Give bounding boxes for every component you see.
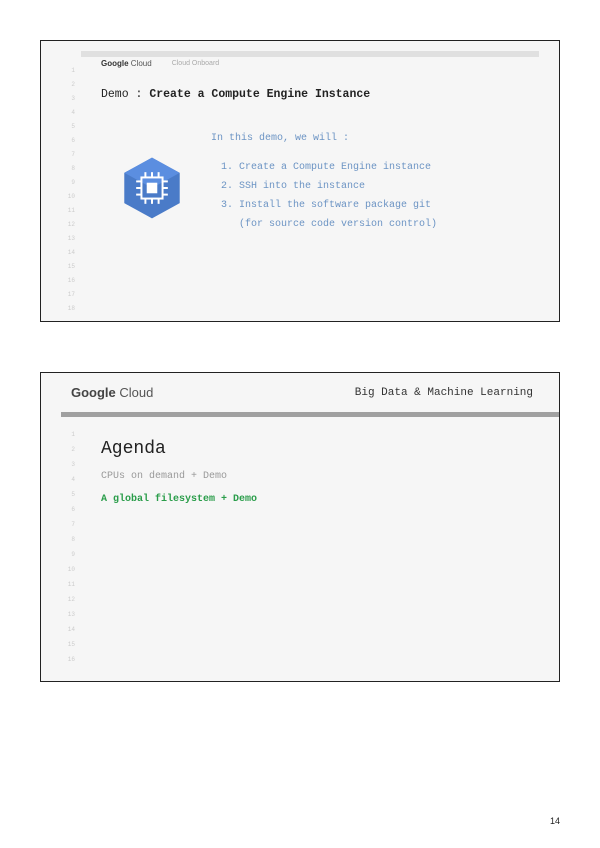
lineno: 18 [57,305,75,312]
demo-body: In this demo, we will : 1. Create a Comp… [211,129,531,234]
lineno: 7 [57,151,75,158]
demo-step-3b: (for source code version control) [211,215,531,234]
slide1-line-numbers: 1 2 3 4 5 6 7 8 9 10 11 12 13 14 15 16 1… [57,41,75,321]
lineno: 9 [57,551,75,558]
slide-1: Google Cloud Cloud Onboard 1 2 3 4 5 6 7… [40,40,560,322]
logo-suffix-2: Cloud [116,385,154,400]
slide1-topbar [81,51,539,57]
logo-bold: Google [101,59,129,68]
lineno: 13 [57,611,75,618]
demo-prefix: Demo : [101,88,149,101]
lineno: 12 [57,221,75,228]
lineno: 1 [57,67,75,74]
lineno: 14 [57,626,75,633]
slide-2: Google Cloud Big Data & Machine Learning… [40,372,560,682]
page-number: 14 [550,816,560,826]
lineno: 14 [57,249,75,256]
agenda-title: Agenda [101,439,559,459]
lineno: 8 [57,165,75,172]
lineno: 9 [57,179,75,186]
logo-bold-2: Google [71,385,116,400]
agenda-line-1: CPUs on demand + Demo [101,471,559,482]
lineno: 4 [57,476,75,483]
lineno: 1 [57,431,75,438]
lineno: 10 [57,193,75,200]
lineno: 2 [57,81,75,88]
lineno: 5 [57,491,75,498]
logo-suffix: Cloud [129,59,152,68]
google-cloud-logo: Google Cloud [101,59,152,68]
lineno: 12 [57,596,75,603]
demo-step-2: 2. SSH into the instance [211,177,531,196]
google-cloud-logo-big: Google Cloud [71,385,153,400]
demo-lead: In this demo, we will : [211,129,531,148]
cloud-onboard-label: Cloud Onboard [172,60,219,67]
lineno: 15 [57,641,75,648]
compute-engine-icon [119,155,185,221]
lineno: 7 [57,521,75,528]
lineno: 16 [57,277,75,284]
lineno: 5 [57,123,75,130]
lineno: 6 [57,506,75,513]
demo-title: Demo : Create a Compute Engine Instance [101,88,559,101]
lineno: 2 [57,446,75,453]
lineno: 13 [57,235,75,242]
slide2-line-numbers: 1 2 3 4 5 6 7 8 9 10 11 12 13 14 15 16 [57,431,75,681]
lineno: 8 [57,536,75,543]
slide1-header: Google Cloud Cloud Onboard [101,59,539,68]
lineno: 3 [57,461,75,468]
lineno: 3 [57,95,75,102]
lineno: 16 [57,656,75,663]
demo-step-1: 1. Create a Compute Engine instance [211,158,531,177]
lineno: 15 [57,263,75,270]
agenda-line-2: A global filesystem + Demo [101,494,559,505]
big-data-ml-label: Big Data & Machine Learning [355,387,533,399]
lineno: 10 [57,566,75,573]
lineno: 17 [57,291,75,298]
lineno: 4 [57,109,75,116]
lineno: 6 [57,137,75,144]
demo-title-bold: Create a Compute Engine Instance [149,88,370,101]
lineno: 11 [57,581,75,588]
slide2-header: Google Cloud Big Data & Machine Learning [71,385,533,400]
lineno: 11 [57,207,75,214]
slide2-bar [61,412,559,417]
demo-step-3a: 3. Install the software package git [211,196,531,215]
